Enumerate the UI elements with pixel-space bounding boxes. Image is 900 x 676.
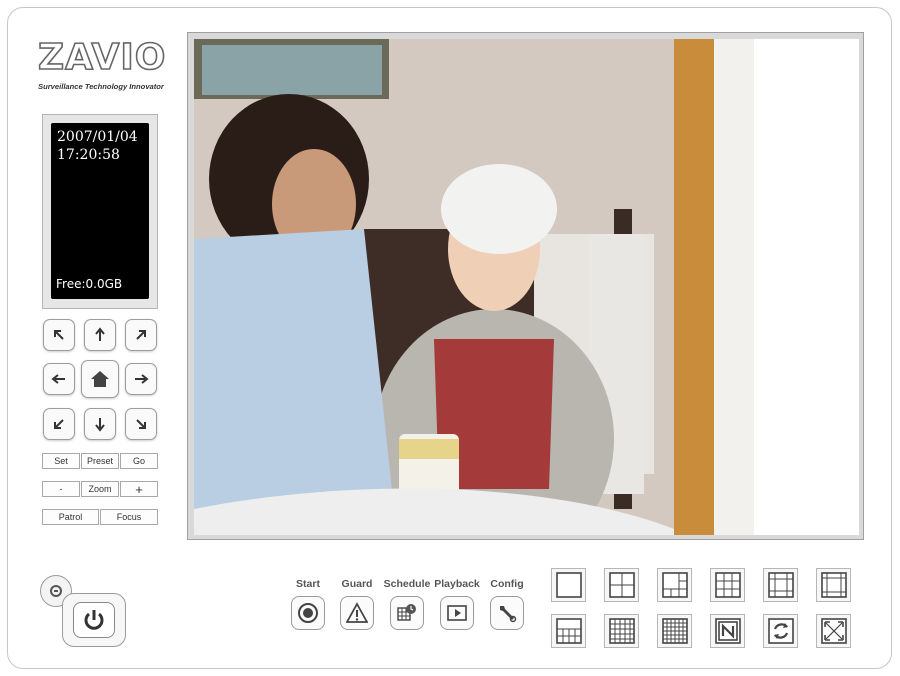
ptz-up-left-button[interactable]	[43, 319, 75, 351]
arrow-left-icon	[51, 374, 65, 384]
layout-6-view-button[interactable]	[657, 568, 692, 602]
ptz-down-button[interactable]	[84, 408, 116, 440]
playback-label: Playback	[434, 578, 480, 590]
zavio-logo: ZAVIO Surveillance Technology Innovator	[37, 37, 176, 91]
layout-4-icon	[608, 572, 635, 598]
schedule-label: Schedule	[383, 578, 431, 590]
layout-36-icon	[661, 618, 688, 644]
minimize-icon	[50, 585, 62, 597]
arrow-down-right-icon	[136, 419, 146, 429]
logo-tagline: Surveillance Technology Innovator	[38, 82, 164, 91]
record-icon	[298, 603, 318, 623]
status-date: 2007/01/04	[57, 129, 138, 145]
zoom-in-button[interactable]: +	[120, 481, 158, 497]
zoom-out-button[interactable]: -	[42, 481, 80, 497]
set-button[interactable]: Set	[42, 453, 80, 469]
schedule-icon	[397, 604, 416, 621]
ptz-home-button[interactable]	[81, 360, 119, 398]
layout-4-view-button[interactable]	[604, 568, 639, 602]
auto-switch-button[interactable]	[763, 614, 798, 648]
schedule-control: Schedule	[379, 578, 435, 630]
auto-switch-icon	[767, 618, 794, 644]
config-label: Config	[490, 578, 524, 590]
warning-icon	[346, 602, 368, 623]
arrow-up-right-icon	[136, 330, 146, 340]
layout-1-icon	[555, 572, 582, 598]
layout-20-icon	[555, 618, 582, 644]
start-label: Start	[296, 578, 320, 590]
layout-1-view-button[interactable]	[551, 568, 586, 602]
status-screen: 2007/01/04 17:20:58 Free:0.0GB	[51, 123, 149, 299]
layout-9-view-button[interactable]	[710, 568, 745, 602]
free-space: Free:0.0GB	[56, 277, 123, 291]
preset-button[interactable]: Preset	[81, 453, 119, 469]
focus-button[interactable]: Focus	[100, 509, 158, 525]
arrow-up-icon	[95, 327, 105, 341]
ptz-down-right-button[interactable]	[125, 408, 157, 440]
wrench-icon	[500, 606, 517, 623]
start-control: Start	[280, 578, 336, 630]
arrow-up-left-icon	[54, 330, 64, 340]
layout-25-view-button[interactable]	[604, 614, 639, 648]
layout-16-icon	[820, 572, 847, 598]
ptz-left-button[interactable]	[43, 363, 75, 395]
layout-9-icon	[714, 572, 741, 598]
camera-view[interactable]	[187, 32, 864, 540]
layout-20-view-button[interactable]	[551, 614, 586, 648]
status-panel: 2007/01/04 17:20:58 Free:0.0GB	[42, 114, 158, 309]
layout-13-view-button[interactable]	[763, 568, 798, 602]
start-button[interactable]	[291, 596, 325, 630]
playback-button[interactable]	[440, 596, 474, 630]
home-icon	[91, 371, 109, 387]
schedule-button[interactable]	[390, 596, 424, 630]
status-time: 17:20:58	[57, 147, 120, 163]
zoom-label: Zoom	[81, 481, 119, 497]
arrow-down-left-icon	[54, 419, 64, 429]
layout-6-icon	[661, 572, 688, 598]
patrol-button[interactable]: Patrol	[42, 509, 99, 525]
guard-control: Guard	[329, 578, 385, 630]
full-screen-icon	[820, 618, 847, 644]
play-icon	[447, 605, 467, 621]
logo-text: ZAVIO	[37, 37, 167, 79]
layout-36-view-button[interactable]	[657, 614, 692, 648]
config-button[interactable]	[490, 596, 524, 630]
camera-feed-image	[194, 39, 859, 535]
layout-25-icon	[608, 618, 635, 644]
arrow-right-icon	[135, 374, 149, 384]
n-icon	[714, 618, 741, 644]
go-button[interactable]: Go	[120, 453, 158, 469]
layout-16-view-button[interactable]	[816, 568, 851, 602]
config-control: Config	[479, 578, 535, 630]
power-icon	[84, 610, 104, 630]
power-button[interactable]	[62, 593, 126, 647]
ptz-up-button[interactable]	[84, 319, 116, 351]
layout-13-icon	[767, 572, 794, 598]
full-screen-button[interactable]	[816, 614, 851, 648]
layout-n-view-button[interactable]	[710, 614, 745, 648]
ptz-up-right-button[interactable]	[125, 319, 157, 351]
guard-button[interactable]	[340, 596, 374, 630]
ptz-right-button[interactable]	[125, 363, 157, 395]
ptz-down-left-button[interactable]	[43, 408, 75, 440]
guard-label: Guard	[341, 578, 373, 590]
playback-control: Playback	[429, 578, 485, 630]
arrow-down-icon	[95, 418, 105, 432]
